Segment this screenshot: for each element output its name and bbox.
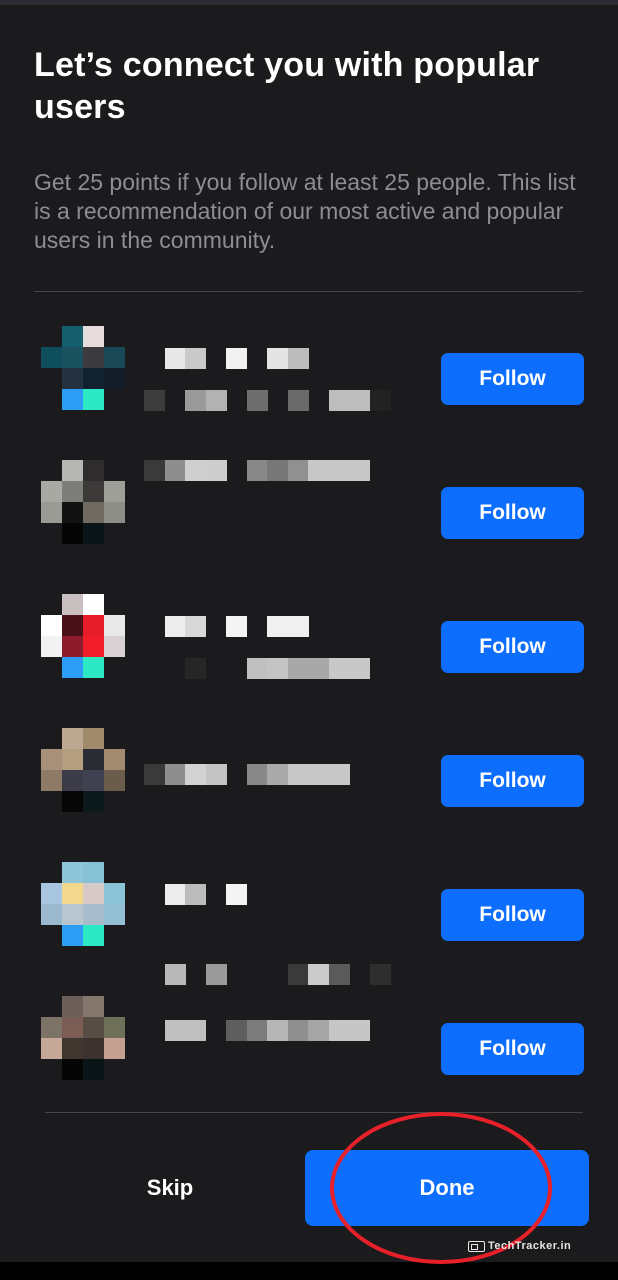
follow-button[interactable]: Follow <box>441 353 584 405</box>
divider <box>45 1112 583 1113</box>
watermark-text: TechTracker.in <box>488 1240 572 1252</box>
user-avatar <box>41 862 125 946</box>
page-title: Let’s connect you with popular users <box>34 46 540 126</box>
follow-button[interactable]: Follow <box>441 889 584 941</box>
follow-button[interactable]: Follow <box>441 487 584 539</box>
browser-window-icon <box>468 1240 485 1252</box>
user-avatar <box>41 728 125 812</box>
divider <box>34 291 583 292</box>
user-row: Follow <box>0 594 618 694</box>
page-subtitle: Get 25 points if you follow at least 25 … <box>34 169 576 253</box>
user-avatar <box>41 594 125 678</box>
user-row: Follow <box>0 996 618 1096</box>
user-row: Follow <box>0 326 618 426</box>
skip-button[interactable]: Skip <box>100 1160 240 1216</box>
connect-users-screen: Let’s connect you with popular users Get… <box>0 0 618 1264</box>
follow-button[interactable]: Follow <box>441 755 584 807</box>
follow-button[interactable]: Follow <box>441 621 584 673</box>
user-avatar <box>41 326 125 410</box>
watermark: TechTracker.in <box>468 1238 571 1254</box>
user-avatar <box>41 460 125 544</box>
user-row: Follow <box>0 862 618 985</box>
done-button[interactable]: Done <box>305 1150 589 1226</box>
user-row: Follow <box>0 728 618 828</box>
user-avatar <box>41 996 125 1080</box>
status-strip <box>0 0 618 5</box>
user-row: Follow <box>0 460 618 560</box>
follow-button[interactable]: Follow <box>441 1023 584 1075</box>
